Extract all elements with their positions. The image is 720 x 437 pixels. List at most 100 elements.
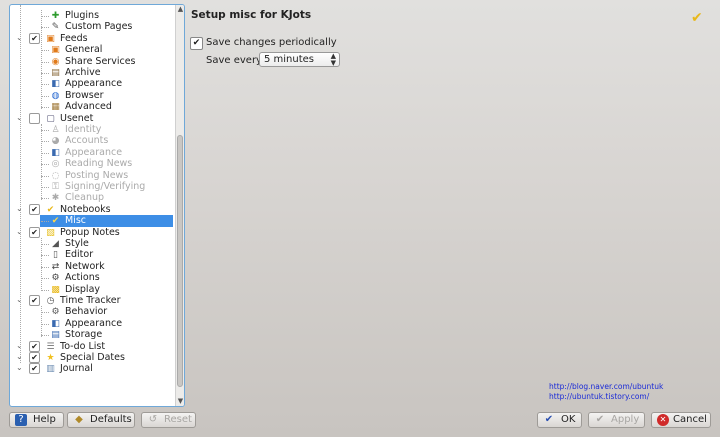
sidebar-item[interactable]: ▤ Storage — [10, 329, 174, 340]
sidebar-item-checkbox[interactable]: ✔ — [29, 340, 40, 352]
sidebar-item[interactable]: ◍ Browser — [10, 90, 174, 101]
sidebar-item[interactable]: ⌄ ✔ ✔ Notebooks — [10, 203, 174, 215]
tree-branch-line — [41, 107, 49, 109]
apply-check-icon: ✔ — [595, 414, 605, 425]
share-icon: ◉ — [51, 56, 60, 67]
sidebar-item-checkbox[interactable]: ✔ — [29, 295, 40, 306]
tree-branch-line — [41, 278, 49, 280]
apply-button[interactable]: ✔ Apply — [588, 412, 645, 428]
sidebar-item[interactable]: ▣ General — [10, 44, 174, 55]
tree-scrollbar[interactable]: ▲ ▼ — [175, 5, 184, 406]
spin-arrows-icon[interactable]: ▲ ▼ — [331, 53, 336, 67]
behavior-icon: ⚙ — [51, 307, 60, 318]
sidebar-item[interactable]: ♙ Identity — [10, 124, 174, 135]
sidebar-item[interactable]: ⌄ ▢ Usenet — [10, 112, 174, 124]
sidebar-item-checkbox[interactable] — [29, 112, 40, 124]
sidebar-item[interactable]: ⚙ Behavior — [10, 306, 174, 317]
sidebar-item[interactable]: ⌄ ✔ ▧ Popup Notes — [10, 226, 174, 238]
feeds-icon: ▣ — [51, 45, 60, 56]
scroll-down-arrow-icon[interactable]: ▼ — [176, 397, 184, 406]
sidebar-item[interactable]: ✚ Plugins — [10, 10, 174, 21]
sidebar-item[interactable]: ▦ Advanced — [10, 101, 174, 112]
config-tree-panel: ✚ Plugins ✎ Custom Pages ⌄ ✔ ▣ Feeds ▣ General ◉ Sh… — [9, 4, 185, 407]
reset-button[interactable]: ↺ Reset — [141, 412, 196, 428]
sidebar-item-label: Network — [65, 260, 105, 272]
sidebar-item[interactable]: ▩ Display — [10, 284, 174, 295]
sidebar-item[interactable]: ⌄ ✔ ▣ Feeds — [10, 32, 174, 44]
expand-arrow-icon[interactable]: ⌄ — [16, 362, 23, 373]
sidebar-item[interactable]: ⚙ Actions — [10, 272, 174, 283]
sidebar-item[interactable]: ◌ Posting News — [10, 170, 174, 181]
tree-branch-line — [41, 27, 49, 29]
save-periodically-label[interactable]: Save changes periodically — [206, 37, 337, 48]
sidebar-item-checkbox[interactable]: ✔ — [29, 32, 40, 44]
tree-branch-line — [41, 198, 49, 200]
save-every-value: 5 minutes — [264, 54, 315, 65]
tree-branch-line — [41, 266, 49, 268]
sidebar-item[interactable]: ✎ Custom Pages — [10, 21, 174, 32]
sidebar-item-checkbox[interactable]: ✔ — [29, 226, 40, 238]
ok-check-icon: ✔ — [544, 414, 554, 425]
kjots-logo-icon: ✔ — [691, 10, 703, 26]
sidebar-item[interactable]: ✔ Misc — [40, 215, 173, 227]
sidebar-item-label: Appearance — [65, 146, 123, 158]
sidebar-item[interactable]: ⌄ ✔ ★ Special Dates — [10, 352, 174, 363]
tree-guide-line — [41, 124, 42, 200]
sidebar-item[interactable]: ▯ Editor — [10, 249, 174, 260]
sidebar-item-checkbox[interactable]: ✔ — [29, 352, 40, 363]
pen-icon: ✎ — [51, 22, 60, 33]
sidebar-item[interactable]: ✱ Cleanup — [10, 192, 174, 203]
usenet-icon: ▢ — [46, 113, 55, 124]
link-blog[interactable]: http://blog.naver.com/ubuntuk — [549, 382, 663, 391]
sidebar-item-label: Editor — [65, 249, 94, 261]
sidebar-item[interactable]: ⌄ ✔ ▥ Journal — [10, 362, 174, 375]
sidebar-item-checkbox[interactable]: ✔ — [29, 203, 40, 215]
sidebar-item[interactable]: ◧ Appearance — [10, 318, 174, 329]
help-icon: ? — [15, 414, 27, 426]
sidebar-item[interactable]: ⌄ ✔ ☰ To-do List — [10, 340, 174, 352]
editor-icon: ▯ — [53, 250, 58, 261]
appearance-icon: ◧ — [51, 318, 60, 329]
cancel-button[interactable]: ✕ Cancel — [651, 412, 711, 428]
sidebar-item[interactable]: ◧ Appearance — [10, 78, 174, 89]
sidebar-item-label: Browser — [65, 89, 104, 101]
sidebar-item-label: Usenet — [60, 112, 94, 124]
link-tistory[interactable]: http://ubuntuk.tistory.com/ — [549, 392, 649, 401]
tree-branch-line — [41, 84, 49, 86]
tree-branch-line — [41, 244, 49, 245]
sidebar-item[interactable]: ◉ Share Services — [10, 56, 174, 67]
tree-branch-line — [41, 175, 49, 177]
sidebar-item[interactable]: ⚿ Signing/Verifying — [10, 181, 174, 192]
tree-branch-line — [41, 255, 49, 257]
reading-icon: ◎ — [51, 159, 60, 170]
sidebar-item[interactable]: ▤ Archive — [10, 67, 174, 78]
appearance-icon: ◧ — [51, 147, 60, 158]
defaults-button[interactable]: ◆ Defaults — [67, 412, 135, 428]
tree-branch-line — [41, 95, 49, 97]
sidebar-item-label: Posting News — [65, 169, 129, 181]
actions-icon: ⚙ — [51, 273, 60, 284]
kjots-icon: ✔ — [46, 204, 55, 215]
posting-icon: ◌ — [51, 170, 60, 181]
cleanup-icon: ✱ — [51, 193, 60, 204]
save-every-spinbox[interactable]: 5 minutes ▲ ▼ — [259, 52, 340, 67]
sidebar-item[interactable]: ◢ Style — [10, 238, 174, 249]
tree-guide-line — [41, 306, 42, 337]
sidebar-item-checkbox[interactable]: ✔ — [29, 363, 40, 375]
sidebar-item[interactable]: ◕ Accounts — [10, 135, 174, 146]
help-button[interactable]: ? Help — [9, 412, 64, 428]
save-periodically-checkbox[interactable]: ✔ — [190, 37, 203, 50]
sidebar-item[interactable]: ⌄ ✔ ◷ Time Tracker — [10, 295, 174, 306]
sidebar-item-label: Special Dates — [60, 352, 125, 363]
sidebar-item[interactable]: ◎ Reading News — [10, 158, 174, 169]
globe-icon: ◍ — [51, 90, 60, 101]
sidebar-item[interactable]: ⇄ Network — [10, 261, 174, 272]
ok-button[interactable]: ✔ OK — [537, 412, 582, 428]
scroll-up-arrow-icon[interactable]: ▲ — [176, 5, 184, 14]
display-icon: ▩ — [51, 284, 60, 295]
star-icon: ★ — [46, 353, 55, 363]
sidebar-item[interactable]: ◧ Appearance — [10, 147, 174, 158]
sidebar-item-label: Style — [65, 238, 89, 249]
tree-branch-line — [41, 16, 49, 17]
scrollbar-thumb[interactable] — [177, 135, 183, 387]
